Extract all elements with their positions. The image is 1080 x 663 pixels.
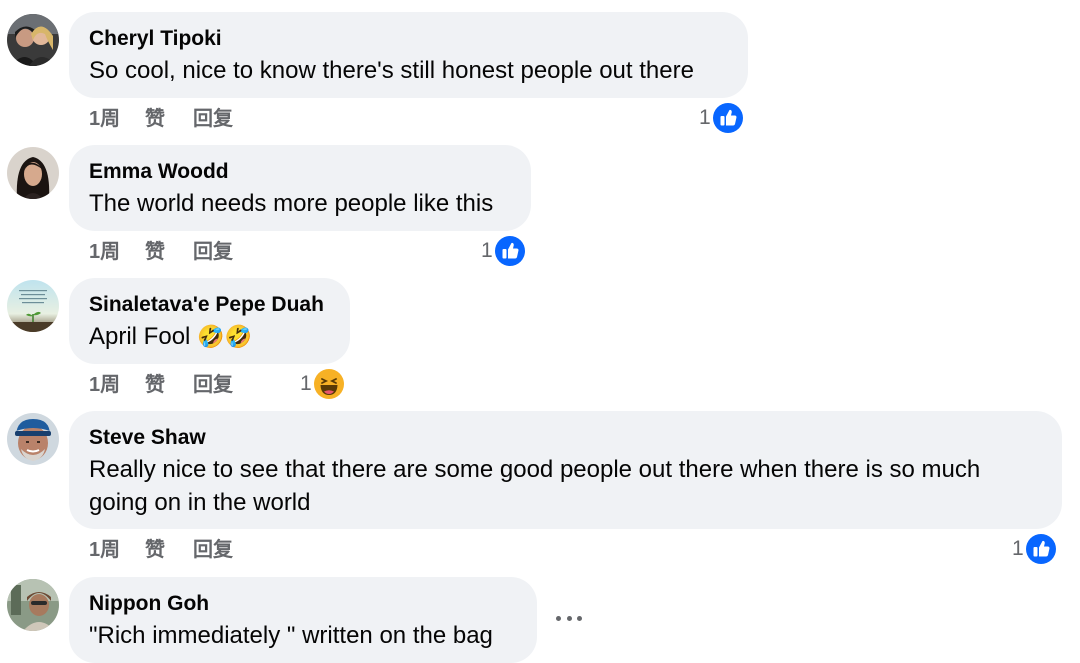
comment-text: So cool, nice to know there's still hone… <box>89 57 694 84</box>
reaction-count: 1 <box>1012 537 1024 560</box>
reaction-summary[interactable]: 1 <box>1012 533 1057 565</box>
reaction-count: 1 <box>699 106 711 129</box>
reaction-count: 1 <box>481 239 493 262</box>
reply-button[interactable]: 回复 <box>193 104 253 134</box>
timestamp-link[interactable]: 1周 <box>89 535 145 565</box>
comment-text: April Fool 🤣🤣 <box>89 320 330 353</box>
comment-author[interactable]: Cheryl Tipoki <box>89 26 728 52</box>
avatar-photo <box>7 413 59 465</box>
comment-actions: 1周 赞 回复 <box>89 535 253 565</box>
like-button[interactable]: 赞 <box>145 370 193 400</box>
avatar[interactable] <box>7 280 59 332</box>
timestamp-link[interactable]: 1周 <box>89 237 145 267</box>
comment-actions: 1周 赞 回复 <box>89 237 253 267</box>
reaction-summary[interactable]: 1 <box>300 368 345 400</box>
rofl-emoji-icon: 🤣🤣 <box>197 324 252 349</box>
like-button[interactable]: 赞 <box>145 237 193 267</box>
avatar[interactable] <box>7 413 59 465</box>
comment-bubble: Sinaletava'e Pepe Duah April Fool 🤣🤣 <box>69 278 350 364</box>
comment-actions: 1周 赞 回复 <box>89 370 253 400</box>
comment-bubble: Steve Shaw Really nice to see that there… <box>69 411 1062 529</box>
comment-bubble: Nippon Goh "Rich immediately " written o… <box>69 577 537 663</box>
avatar-photo <box>7 280 59 332</box>
comment-text: The world needs more people like this <box>89 190 494 217</box>
reaction-summary[interactable]: 1 <box>481 235 526 267</box>
comment-bubble: Emma Woodd The world needs more people l… <box>69 145 531 231</box>
reply-button[interactable]: 回复 <box>193 237 253 267</box>
avatar[interactable] <box>7 147 59 199</box>
comment-text: Really nice to see that there are some g… <box>89 456 981 516</box>
reply-button[interactable]: 回复 <box>193 535 253 565</box>
haha-icon <box>313 369 344 399</box>
like-icon <box>1025 534 1056 564</box>
comment-author[interactable]: Sinaletava'e Pepe Duah <box>89 292 330 318</box>
reaction-count: 1 <box>300 372 312 395</box>
avatar[interactable] <box>7 14 59 66</box>
comment-text-body: April Fool <box>89 323 191 350</box>
like-button[interactable]: 赞 <box>145 104 193 134</box>
comment-author[interactable]: Steve Shaw <box>89 425 1042 451</box>
like-icon <box>712 103 743 133</box>
avatar-photo <box>7 147 59 199</box>
comment-author[interactable]: Emma Woodd <box>89 159 511 185</box>
comment-actions: 1周 赞 回复 <box>89 104 253 134</box>
avatar-photo <box>7 579 59 631</box>
avatar[interactable] <box>7 579 59 631</box>
like-icon <box>494 236 525 266</box>
comment-bubble: Cheryl Tipoki So cool, nice to know ther… <box>69 12 748 98</box>
reply-button[interactable]: 回复 <box>193 370 253 400</box>
like-button[interactable]: 赞 <box>145 535 193 565</box>
timestamp-link[interactable]: 1周 <box>89 104 145 134</box>
more-options-icon[interactable] <box>556 608 582 628</box>
comment-text: "Rich immediately " written on the bag <box>89 622 493 649</box>
comment-author[interactable]: Nippon Goh <box>89 591 517 617</box>
reaction-summary[interactable]: 1 <box>699 102 744 134</box>
avatar-photo <box>7 14 59 66</box>
timestamp-link[interactable]: 1周 <box>89 370 145 400</box>
